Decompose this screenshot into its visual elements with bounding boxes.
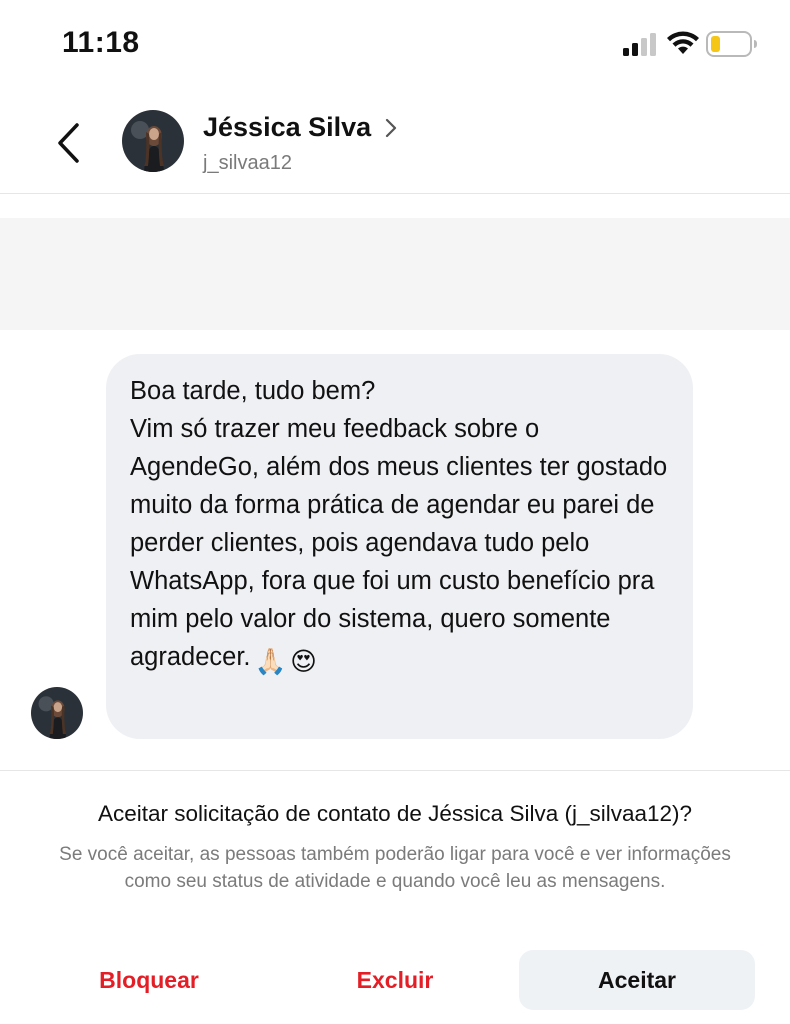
contact-name: Jéssica Silva (203, 112, 372, 142)
request-title: Aceitar solicitação de contato de Jéssic… (97, 801, 693, 826)
accept-button[interactable]: Aceitar (519, 950, 755, 1010)
profile-photo (122, 110, 184, 172)
profile-photo (31, 687, 83, 739)
request-description: Se você aceitar, as pessoas também poder… (59, 844, 731, 892)
praying-hands-emoji: 🙏🏻 (254, 648, 287, 676)
message-body: Boa tarde, tudo bem? Vim só trazer meu f… (130, 377, 668, 671)
contact-profile-link[interactable]: Jéssica Silva (203, 112, 397, 143)
contact-handle: j_silvaa12 (203, 152, 292, 174)
wifi-icon (667, 31, 699, 54)
chevron-right-icon (386, 118, 397, 137)
contact-request-panel: Aceitar solicitação de contato de Jéssic… (0, 770, 790, 1024)
status-bar: 11:18 (0, 0, 790, 90)
message-text: Boa tarde, tudo bem? Vim só trazer meu f… (130, 372, 669, 681)
back-button[interactable] (48, 118, 88, 168)
cellular-signal-icon (623, 33, 656, 56)
chat-header: Jéssica Silva j_silvaa12 (0, 90, 790, 194)
message-bubble[interactable]: Boa tarde, tudo bem? Vim só trazer meu f… (106, 354, 693, 739)
chevron-left-icon (58, 123, 79, 163)
message-placeholder-area (0, 218, 790, 330)
battery-low-icon (706, 31, 757, 57)
message-avatar[interactable] (31, 687, 83, 739)
delete-button[interactable]: Excluir (288, 950, 502, 1010)
heart-eyes-emoji: 😍 (290, 648, 317, 676)
status-time: 11:18 (62, 26, 140, 59)
block-button[interactable]: Bloquear (42, 950, 256, 1010)
avatar[interactable] (122, 110, 184, 172)
